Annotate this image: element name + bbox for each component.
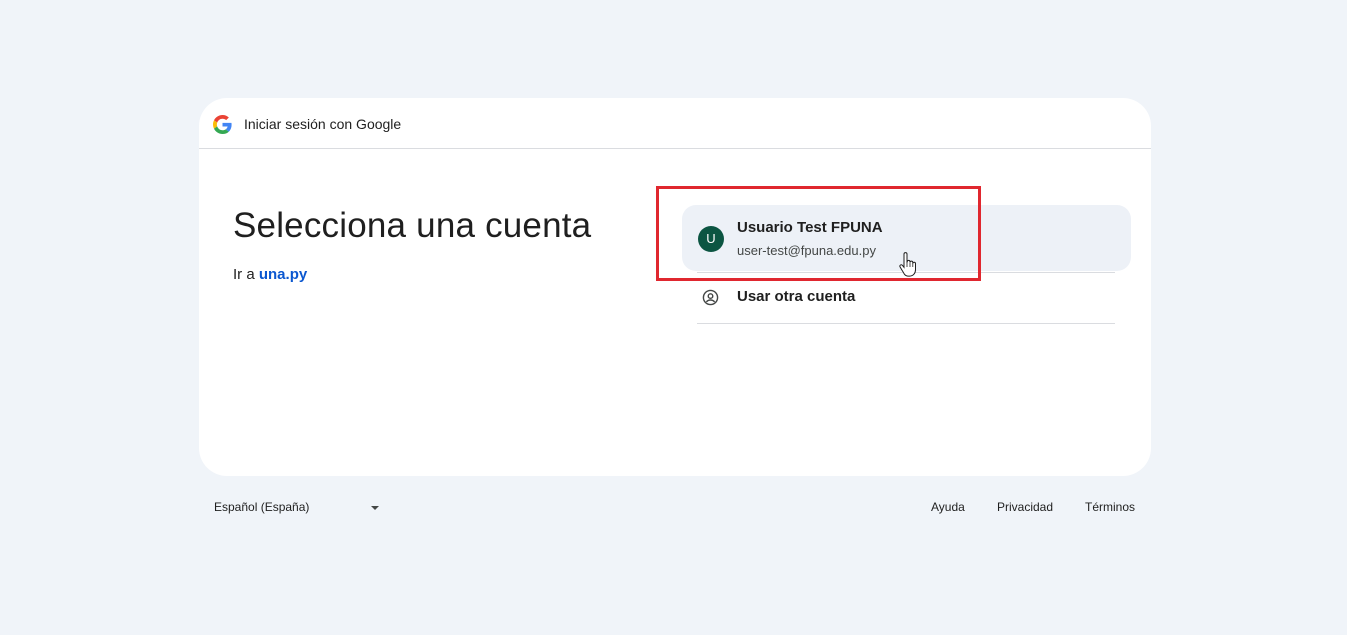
sign-in-card: Iniciar sesión con Google Selecciona una… — [199, 98, 1151, 476]
goto-line: Ir a una.py — [233, 266, 307, 283]
page-title: Selecciona una cuenta — [233, 206, 592, 245]
goto-prefix: Ir a — [233, 266, 255, 283]
page: Iniciar sesión con Google Selecciona una… — [0, 0, 1347, 635]
language-label: Español (España) — [214, 500, 310, 514]
header-title: Iniciar sesión con Google — [244, 116, 402, 132]
dropdown-arrow-icon — [371, 506, 379, 510]
use-other-account-label: Usar otra cuenta — [737, 288, 856, 305]
google-logo-icon — [213, 115, 232, 134]
account-item-usuario-test[interactable]: U Usuario Test FPUNA user-test@fpuna.edu… — [682, 205, 1131, 271]
terms-link[interactable]: Términos — [1085, 500, 1135, 514]
avatar: U — [698, 226, 724, 252]
privacy-link[interactable]: Privacidad — [997, 500, 1053, 514]
help-link[interactable]: Ayuda — [931, 500, 965, 514]
account-circle-icon — [702, 289, 719, 306]
language-selector[interactable]: Español (España) — [214, 500, 384, 518]
account-name: Usuario Test FPUNA — [737, 219, 883, 236]
goto-link[interactable]: una.py — [259, 266, 307, 283]
account-email: user-test@fpuna.edu.py — [737, 243, 876, 258]
other-account-divider — [697, 323, 1115, 324]
use-other-account-button[interactable]: Usar otra cuenta — [697, 273, 1115, 323]
card-header: Iniciar sesión con Google — [199, 98, 1151, 149]
